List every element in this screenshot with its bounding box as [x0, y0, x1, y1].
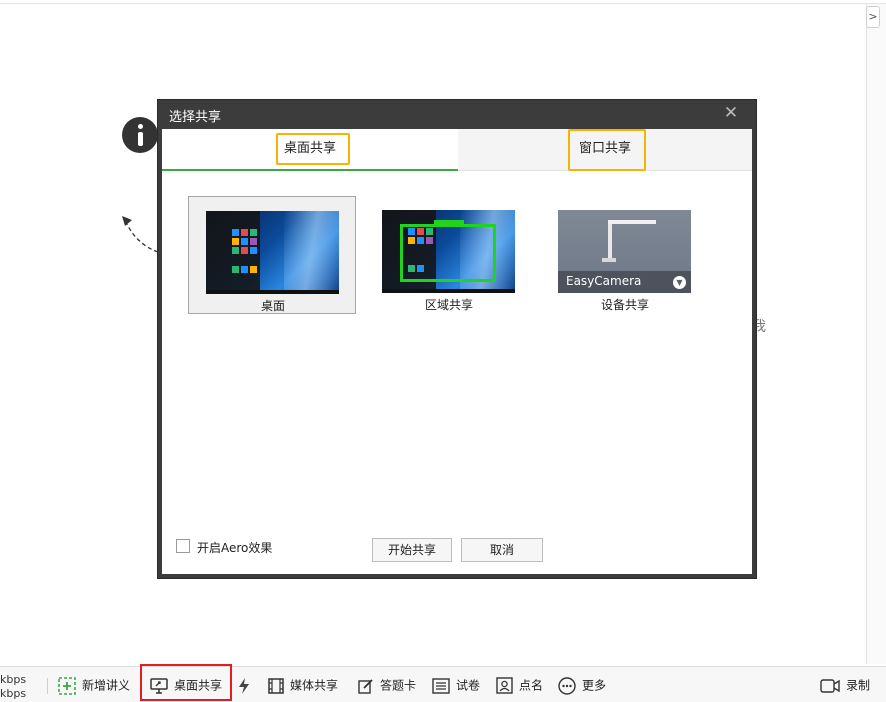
lightning-icon [239, 677, 249, 694]
add-handout-button[interactable]: 新增讲义 [58, 669, 130, 701]
right-panel-strip [866, 4, 886, 664]
chevron-down-icon[interactable]: ▼ [673, 276, 686, 289]
roll-call-button[interactable]: 点名 [496, 669, 543, 701]
bottom-toolbar: kbps kbps 新增讲义 桌面共享 媒体共享 答题卡 试卷 点名 更多 录制 [0, 666, 886, 702]
video-camera-icon [820, 678, 840, 693]
monitor-share-icon [150, 677, 168, 694]
add-doc-icon [58, 676, 76, 695]
cancel-button[interactable]: 取消 [461, 538, 543, 562]
quick-action-button[interactable] [238, 669, 256, 701]
option-desktop-label: 桌面 [260, 299, 285, 313]
upload-bitrate: kbps [0, 673, 27, 686]
region-thumbnail [382, 210, 515, 293]
app-window: > 我 选择共享 ✕ 桌面共享 窗口共享 桌面 区域共享 EasyCamera … [0, 0, 886, 702]
dialog-body: 桌面共享 窗口共享 桌面 区域共享 EasyCamera ▼ 设备共享 开启Ae… [162, 129, 752, 574]
record-label: 录制 [846, 678, 871, 693]
top-border [0, 0, 886, 4]
answer-card-button[interactable]: 答题卡 [358, 669, 416, 701]
film-icon [268, 677, 284, 694]
start-share-button[interactable]: 开始共享 [372, 538, 452, 562]
region-selection-frame [400, 224, 496, 282]
aero-checkbox-label: 开启Aero效果 [197, 541, 273, 555]
edit-icon [358, 678, 373, 694]
more-icon [558, 676, 576, 695]
media-share-label: 媒体共享 [290, 678, 339, 693]
camera-thumbnail: EasyCamera ▼ [558, 210, 691, 293]
toolbar-divider [47, 678, 48, 694]
exam-label: 试卷 [456, 678, 481, 693]
answer-card-label: 答题卡 [380, 678, 417, 693]
info-icon [122, 117, 158, 153]
desktop-thumbnail [206, 211, 339, 294]
record-button[interactable]: 录制 [820, 669, 870, 701]
more-label: 更多 [582, 678, 607, 693]
roll-call-label: 点名 [519, 678, 544, 693]
camera-device-name: EasyCamera [566, 274, 642, 288]
exam-icon [432, 677, 450, 694]
collapse-panel-button[interactable]: > [866, 6, 880, 28]
desktop-share-button[interactable]: 桌面共享 [150, 669, 222, 701]
option-device-label: 设备共享 [600, 298, 649, 312]
exam-button[interactable]: 试卷 [432, 669, 480, 701]
option-device-share[interactable]: EasyCamera ▼ 设备共享 [541, 196, 709, 314]
media-share-button[interactable]: 媒体共享 [268, 669, 338, 701]
tab-desktop-share[interactable]: 桌面共享 [162, 129, 458, 171]
add-handout-label: 新增讲义 [82, 678, 131, 693]
option-desktop[interactable]: 桌面 [188, 196, 356, 314]
aero-checkbox[interactable] [176, 539, 190, 553]
share-tabs: 桌面共享 窗口共享 [162, 129, 752, 171]
more-button[interactable]: 更多 [558, 669, 606, 701]
tab-window-share[interactable]: 窗口共享 [458, 129, 752, 171]
region-size-tag [434, 220, 464, 225]
close-icon[interactable]: ✕ [721, 103, 741, 123]
option-region-share[interactable]: 区域共享 [365, 196, 533, 314]
dialog-title: 选择共享 [169, 110, 222, 125]
select-share-dialog: 选择共享 ✕ 桌面共享 窗口共享 桌面 区域共享 EasyCamera ▼ 设备… [157, 99, 757, 579]
desktop-share-label: 桌面共享 [174, 678, 223, 693]
download-bitrate: kbps [0, 687, 27, 700]
rollcall-icon [496, 677, 513, 694]
option-region-label: 区域共享 [424, 298, 473, 312]
